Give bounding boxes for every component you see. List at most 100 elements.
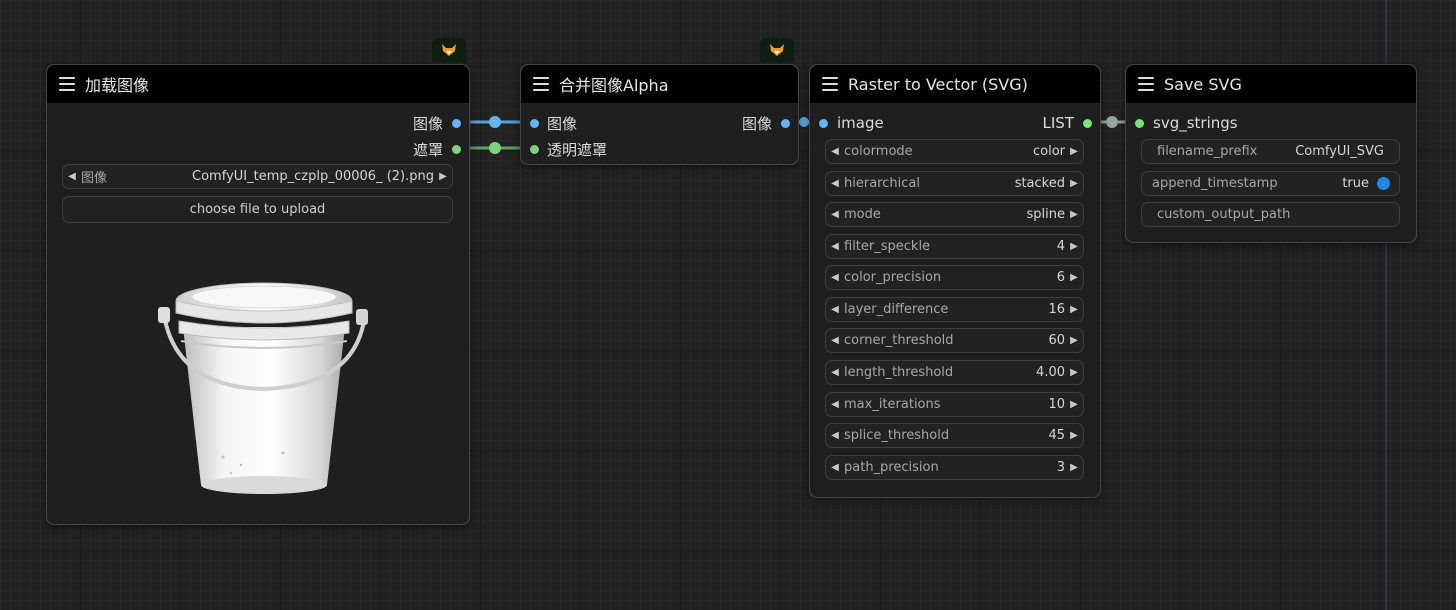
chevron-left-icon[interactable]: ◀: [826, 209, 844, 220]
filename-prefix-field[interactable]: filename_prefix ComfyUI_SVG: [1141, 139, 1400, 164]
slot-label: 图像: [741, 114, 772, 133]
chevron-left-icon[interactable]: ◀: [826, 335, 844, 346]
menu-icon[interactable]: [1138, 77, 1154, 91]
output-slot-mask[interactable]: 遮罩: [413, 139, 461, 159]
node-raster-to-vector[interactable]: Raster to Vector (SVG) image LIST ◀ colo…: [809, 64, 1101, 498]
fox-icon: [760, 38, 794, 62]
input-slot-image[interactable]: image: [819, 113, 884, 133]
chevron-right-icon[interactable]: ▶: [1065, 430, 1083, 441]
chevron-right-icon[interactable]: ▶: [1065, 399, 1083, 410]
upload-button[interactable]: choose file to upload: [62, 196, 453, 223]
node-load-image[interactable]: 加载图像 图像 遮罩 ◀ 图像 ComfyUI_temp_czplp_00006…: [46, 64, 470, 525]
chevron-right-icon[interactable]: ▶: [1065, 209, 1083, 220]
chevron-right-icon[interactable]: ▶: [434, 171, 452, 182]
widget-value: color: [1032, 144, 1065, 159]
node-header[interactable]: Save SVG: [1126, 65, 1416, 103]
node-header[interactable]: Raster to Vector (SVG): [810, 65, 1100, 103]
widget-hierarchical[interactable]: ◀ hierarchical stacked ▶: [825, 171, 1084, 196]
toggle-on-icon[interactable]: [1377, 177, 1390, 190]
output-slot-image[interactable]: 图像: [413, 113, 461, 133]
node-header[interactable]: 加载图像: [47, 65, 469, 103]
widget-label: corner_threshold: [844, 333, 954, 348]
widget-value: ComfyUI_SVG: [1295, 144, 1384, 159]
widget-colormode[interactable]: ◀ colormode color ▶: [825, 139, 1084, 164]
slot-dot[interactable]: [781, 118, 790, 128]
chevron-left-icon[interactable]: ◀: [826, 178, 844, 189]
custom-output-path-field[interactable]: custom_output_path: [1141, 202, 1400, 227]
widget-label: 图像: [81, 171, 108, 186]
widget-value: spline: [1026, 207, 1066, 222]
widget-value: 10: [1048, 397, 1065, 412]
node-title: 合并图像Alpha: [559, 76, 669, 95]
input-slot-svg-strings[interactable]: svg_strings: [1135, 113, 1238, 133]
slot-label: 遮罩: [412, 140, 443, 159]
slot-label: image: [837, 114, 884, 132]
chevron-left-icon[interactable]: ◀: [826, 399, 844, 410]
node-save-svg[interactable]: Save SVG svg_strings filename_prefix Com…: [1125, 64, 1417, 243]
widget-length-threshold[interactable]: ◀ length_threshold 4.00 ▶: [825, 360, 1084, 385]
widget-value: 60: [1048, 333, 1065, 348]
node-title: Save SVG: [1164, 74, 1242, 94]
chevron-right-icon[interactable]: ▶: [1065, 367, 1083, 378]
chevron-right-icon[interactable]: ▶: [1065, 335, 1083, 346]
chevron-right-icon[interactable]: ▶: [1065, 272, 1083, 283]
widget-label: colormode: [844, 144, 913, 159]
widget-splice-threshold[interactable]: ◀ splice_threshold 45 ▶: [825, 423, 1084, 448]
fox-icon: [432, 38, 466, 62]
chevron-left-icon[interactable]: ◀: [63, 171, 81, 182]
widget-label: splice_threshold: [844, 428, 950, 443]
slot-dot[interactable]: [1083, 118, 1092, 128]
chevron-left-icon[interactable]: ◀: [826, 367, 844, 378]
chevron-right-icon[interactable]: ▶: [1065, 241, 1083, 252]
output-slot-image[interactable]: 图像: [742, 113, 790, 133]
menu-icon[interactable]: [533, 77, 549, 91]
widget-path-precision[interactable]: ◀ path_precision 3 ▶: [825, 455, 1084, 480]
chevron-right-icon[interactable]: ▶: [1065, 462, 1083, 473]
menu-icon[interactable]: [822, 77, 838, 91]
append-timestamp-toggle[interactable]: append_timestamp true: [1141, 171, 1400, 196]
widget-label: append_timestamp: [1152, 176, 1278, 191]
image-select-widget[interactable]: ◀ 图像 ComfyUI_temp_czplp_00006_ (2).png ▶: [62, 164, 453, 189]
bucket-image: [158, 282, 368, 494]
chevron-left-icon[interactable]: ◀: [826, 304, 844, 315]
widget-value: true: [1342, 176, 1369, 191]
slot-dot[interactable]: [1135, 118, 1144, 128]
widget-value: 6: [1056, 270, 1065, 285]
widget-mode[interactable]: ◀ mode spline ▶: [825, 202, 1084, 227]
widget-filter-speckle[interactable]: ◀ filter_speckle 4 ▶: [825, 234, 1084, 259]
widget-layer-difference[interactable]: ◀ layer_difference 16 ▶: [825, 297, 1084, 322]
slot-dot[interactable]: [530, 144, 539, 154]
widget-value: 4.00: [1036, 365, 1065, 380]
chevron-left-icon[interactable]: ◀: [826, 146, 844, 157]
node-title: Raster to Vector (SVG): [848, 74, 1028, 94]
chevron-right-icon[interactable]: ▶: [1065, 146, 1083, 157]
chevron-right-icon[interactable]: ▶: [1065, 304, 1083, 315]
slot-dot[interactable]: [452, 118, 461, 128]
widget-max-iterations[interactable]: ◀ max_iterations 10 ▶: [825, 392, 1084, 417]
widget-color-precision[interactable]: ◀ color_precision 6 ▶: [825, 265, 1084, 290]
input-slot-alpha-mask[interactable]: 透明遮罩: [530, 139, 607, 159]
output-slot-list[interactable]: LIST: [1043, 113, 1092, 133]
slot-dot[interactable]: [530, 118, 539, 128]
chevron-left-icon[interactable]: ◀: [826, 272, 844, 283]
node-merge-alpha[interactable]: 合并图像Alpha 图像 透明遮罩 图像: [520, 64, 799, 165]
slot-label: 透明遮罩: [547, 140, 608, 159]
chevron-left-icon[interactable]: ◀: [826, 241, 844, 252]
widget-label: mode: [844, 207, 881, 222]
widget-value: 3: [1056, 460, 1065, 475]
widget-label: filename_prefix: [1157, 144, 1258, 159]
widget-value: 16: [1048, 302, 1065, 317]
chevron-left-icon[interactable]: ◀: [826, 430, 844, 441]
chevron-left-icon[interactable]: ◀: [826, 462, 844, 473]
slot-dot[interactable]: [819, 118, 828, 128]
input-slot-image[interactable]: 图像: [530, 113, 577, 133]
menu-icon[interactable]: [59, 77, 75, 91]
widget-corner-threshold[interactable]: ◀ corner_threshold 60 ▶: [825, 328, 1084, 353]
node-header[interactable]: 合并图像Alpha: [521, 65, 798, 103]
slot-label: 图像: [412, 114, 443, 133]
slot-dot[interactable]: [452, 144, 461, 154]
widget-label: path_precision: [844, 460, 939, 475]
chevron-right-icon[interactable]: ▶: [1065, 178, 1083, 189]
widget-label: custom_output_path: [1157, 207, 1291, 222]
slot-label: LIST: [1042, 114, 1074, 132]
